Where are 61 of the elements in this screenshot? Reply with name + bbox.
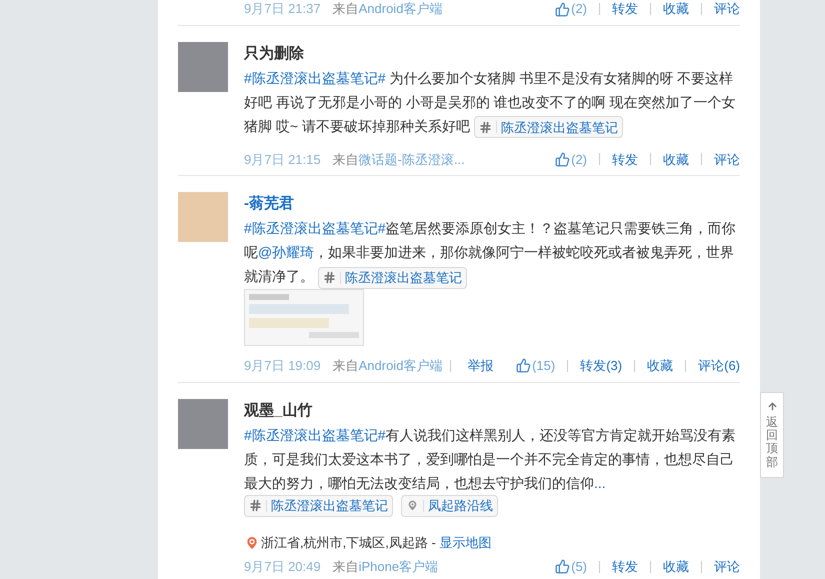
topic-link[interactable]: #陈丞澄滚出盗墓笔记# [244,220,386,236]
post-text: #陈丞澄滚出盗墓笔记#盗笔居然要添原创女主！？盗墓笔记只需要铁三角，而你呢@孙耀琦，如果非要加进来，那你就像阿宁一样被蛇咬死或者被鬼弄死，世界就清净了。 陈丞澄滚出盗墓笔记 [244,216,740,289]
action-link[interactable]: 转发 [612,556,638,576]
user-name[interactable]: -蓊芜君 [244,192,740,216]
hash-icon [478,120,492,134]
report-link[interactable]: 举报 [467,356,494,376]
action-link[interactable]: 评论 [714,556,740,576]
thumbs-up-icon [516,358,532,374]
source-prefix: 来自 [332,558,359,576]
tag-label: 陈丞澄滚出盗墓笔记 [500,120,618,134]
avatar[interactable] [178,398,228,449]
action-link[interactable]: 收藏 [647,356,674,376]
action-link[interactable]: 转发 [612,0,638,19]
tag-label: 凤起路沿线 [428,499,493,512]
post-text: #陈丞澄滚出盗墓笔记#有人说我们这样黑别人，还没等官方肯定就开始骂没有素质，可是我们太爱这本书了，爱到哪怕是一个并不完全肯定的事情，也想尽自己最大的努力，哪怕无法改变结局，也想去守护我们的信仰... [244,426,737,493]
user-name[interactable]: 只为删除 [244,42,740,66]
source-prefix: 来自 [332,150,359,169]
more-link[interactable]: ... [594,474,606,491]
thumbs-up-icon [555,152,570,167]
pin-icon [406,499,419,512]
topic-tag[interactable]: 陈丞澄滚出盗墓笔记 [318,266,467,289]
action-link[interactable]: 评论 [714,150,740,170]
arrow-up-icon [766,401,778,412]
thumbs-up-icon [555,2,570,16]
source-link[interactable]: Android客户端 [358,356,442,376]
like-button[interactable]: (2) [555,150,587,170]
show-map-link[interactable]: 显示地图 [439,532,492,552]
screenshot-thumbnail[interactable] [244,288,364,346]
action-link[interactable]: 评论(6) [698,356,740,376]
avatar[interactable] [178,42,228,92]
thumbs-up-icon [555,559,570,574]
source-link[interactable]: 微话题-陈丞澄滚... [358,150,465,170]
avatar[interactable] [178,192,228,242]
action-link[interactable]: 转发 [612,150,638,170]
action-link[interactable]: 评论 [714,0,740,19]
tag-label: 陈丞澄滚出盗墓笔记 [344,271,462,284]
source-link[interactable]: iPhone客户端 [358,556,438,576]
like-button[interactable]: (5) [555,556,587,576]
post-text: #陈丞澄滚出盗墓笔记# 为什么要加个女猪脚 书里不是没有女猪脚的呀 不要这样好吧 再说了无邪是小哥的 小哥是吴邪的 谁也改变不了的啊 现在突然加了一个女猪脚 哎~ 请不要破坏掉那种关系好吧 陈丞澄滚出盗墓笔记 [244,66,740,138]
source-link[interactable]: Android客户端 [358,0,442,19]
like-button[interactable]: (2) [555,0,587,19]
back-to-top-button[interactable]: 返回顶部 [760,392,784,478]
hash-icon [249,499,262,512]
topic-link[interactable]: #陈丞澄滚出盗墓笔记# [244,70,386,86]
tag-label: 陈丞澄滚出盗墓笔记 [271,499,388,512]
topic-link[interactable]: #陈丞澄滚出盗墓笔记# [244,426,386,443]
hash-icon [322,271,336,284]
action-link[interactable]: 收藏 [663,0,689,19]
source-prefix: 来自 [332,356,359,375]
action-link[interactable]: 转发(3) [580,356,622,376]
location-pin-icon [244,534,260,551]
source-prefix: 来自 [332,0,359,18]
mention-link[interactable]: @孙耀琦 [258,244,314,260]
topic-tag[interactable]: 陈丞澄滚出盗墓笔记 [244,494,393,517]
topic-tag[interactable]: 陈丞澄滚出盗墓笔记 [474,116,623,138]
place-tag[interactable]: 凤起路沿线 [401,494,498,517]
action-link[interactable]: 收藏 [663,556,689,576]
action-link[interactable]: 收藏 [663,150,689,170]
user-name[interactable]: 观墨_山竹 [244,398,740,423]
like-button[interactable]: (15) [516,356,556,376]
location-text: 浙江省,杭州市,下城区,凤起路 - [261,534,437,552]
